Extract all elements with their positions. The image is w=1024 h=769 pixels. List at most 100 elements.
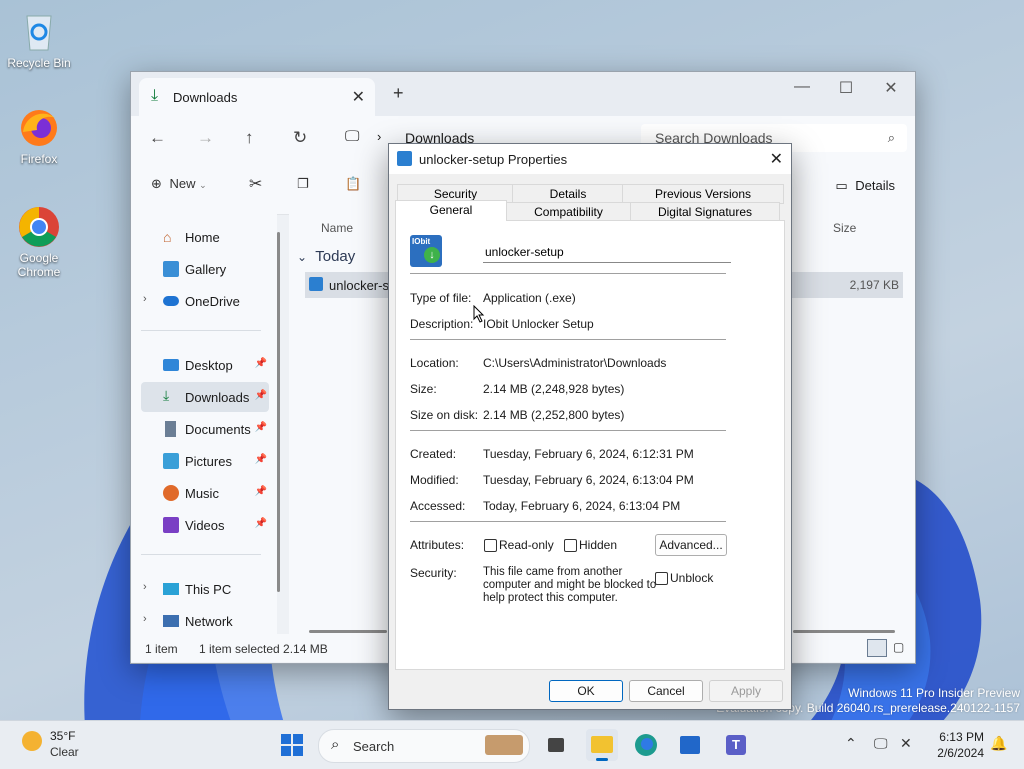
hidden-checkbox[interactable] bbox=[564, 539, 577, 552]
nav-item-onedrive[interactable]: › OneDrive bbox=[141, 286, 269, 316]
unblock-checkbox[interactable] bbox=[655, 572, 668, 585]
store-icon[interactable] bbox=[674, 729, 706, 761]
maximize-button[interactable]: ☐ bbox=[831, 78, 861, 98]
size-on-disk-value: 2.14 MB (2,252,800 bytes) bbox=[483, 408, 625, 422]
nav-label: OneDrive bbox=[185, 294, 240, 309]
tab-previous-versions[interactable]: Previous Versions bbox=[622, 184, 784, 204]
copy-icon[interactable]: ❐ bbox=[297, 176, 309, 192]
nav-label: Downloads bbox=[185, 390, 250, 405]
description-value: IObit Unlocker Setup bbox=[483, 317, 594, 331]
close-tab-icon[interactable]: ✕ bbox=[352, 87, 365, 107]
taskbar-search[interactable]: ⌕ Search bbox=[318, 729, 530, 763]
tab-general[interactable]: General bbox=[395, 200, 507, 221]
desktop-icon-chrome[interactable]: Google Chrome bbox=[1, 205, 77, 279]
nav-label: This PC bbox=[185, 582, 232, 597]
separator bbox=[410, 430, 726, 431]
type-value: Application (.exe) bbox=[483, 291, 576, 305]
back-icon[interactable]: ← bbox=[149, 128, 166, 148]
recycle-bin-icon bbox=[17, 10, 61, 54]
installer-icon bbox=[309, 277, 323, 291]
tab-label: Downloads bbox=[173, 90, 238, 105]
security-message: This file came from another computer and… bbox=[483, 566, 656, 605]
clock-time: 6:13 PM bbox=[939, 730, 984, 744]
minimize-button[interactable]: — bbox=[787, 78, 817, 96]
desktop-icon-label: Recycle Bin bbox=[7, 56, 71, 70]
file-explorer-taskbar-icon[interactable] bbox=[586, 729, 618, 761]
up-icon[interactable]: ↑ bbox=[245, 128, 254, 148]
refresh-icon[interactable]: ↻ bbox=[293, 128, 307, 148]
chevron-right-icon: › bbox=[143, 293, 147, 305]
security-label: Security: bbox=[410, 566, 457, 580]
horizontal-scrollbar-right[interactable] bbox=[793, 630, 895, 633]
readonly-checkbox[interactable] bbox=[484, 539, 497, 552]
desktop-icon-label: Google Chrome bbox=[17, 251, 61, 279]
details-button[interactable]: ▭ Details bbox=[835, 178, 895, 194]
close-dialog-button[interactable]: ✕ bbox=[770, 149, 783, 169]
pin-icon: 📌 bbox=[254, 454, 267, 465]
apply-button[interactable]: Apply bbox=[709, 680, 783, 702]
network-tray-icon[interactable]: 🖵 bbox=[874, 735, 888, 752]
teams-icon[interactable]: T bbox=[720, 729, 752, 761]
pin-icon: 📌 bbox=[254, 390, 267, 401]
tab-details[interactable]: Details bbox=[512, 184, 624, 204]
nav-item-gallery[interactable]: Gallery bbox=[141, 254, 269, 284]
cancel-button[interactable]: Cancel bbox=[629, 680, 703, 702]
computer-icon bbox=[163, 583, 179, 595]
clock[interactable]: 6:13 PM 2/6/2024 bbox=[937, 729, 984, 761]
clock-date: 2/6/2024 bbox=[937, 746, 984, 760]
forward-icon[interactable]: → bbox=[197, 128, 214, 148]
gallery-icon bbox=[163, 261, 179, 277]
location-value: C:\Users\Administrator\Downloads bbox=[483, 356, 667, 370]
chevron-right-icon: › bbox=[143, 613, 147, 625]
file-name-field[interactable] bbox=[483, 242, 731, 263]
tab-compatibility[interactable]: Compatibility bbox=[505, 202, 632, 222]
dialog-title: unlocker-setup Properties bbox=[419, 152, 568, 167]
column-header-name[interactable]: Name bbox=[321, 221, 353, 235]
tab-downloads[interactable]: ⤓ Downloads ✕ bbox=[139, 78, 375, 116]
nav-label: Documents bbox=[185, 422, 251, 437]
nav-item-thispc[interactable]: › This PC bbox=[141, 574, 269, 604]
readonly-label: Read-only bbox=[499, 538, 554, 552]
nav-item-downloads[interactable]: ⤓ Downloads 📌 bbox=[141, 382, 269, 412]
search-highlight-icon bbox=[485, 735, 523, 755]
desktop-icon-recycle-bin[interactable]: Recycle Bin bbox=[1, 10, 77, 70]
nav-item-desktop[interactable]: Desktop 📌 bbox=[141, 350, 269, 380]
selection-info: 1 item selected 2.14 MB bbox=[199, 642, 328, 656]
nav-scrollbar[interactable] bbox=[277, 232, 280, 592]
pictures-icon bbox=[163, 453, 179, 469]
start-button[interactable] bbox=[276, 729, 308, 761]
task-view-icon[interactable] bbox=[540, 729, 572, 761]
nav-item-documents[interactable]: Documents 📌 bbox=[141, 414, 269, 444]
new-button[interactable]: ⊕ New ⌄ bbox=[151, 176, 207, 192]
location-label: Location: bbox=[410, 356, 459, 370]
close-window-button[interactable]: ✕ bbox=[876, 78, 906, 98]
cut-icon[interactable]: ✂ bbox=[249, 174, 262, 194]
nav-item-network[interactable]: › Network bbox=[141, 606, 269, 636]
desktop-icon-firefox[interactable]: Firefox bbox=[1, 106, 77, 166]
paste-icon[interactable]: 📋 bbox=[345, 176, 361, 192]
nav-item-videos[interactable]: Videos 📌 bbox=[141, 510, 269, 540]
nav-label: Gallery bbox=[185, 262, 227, 277]
navigation-pane: ⌂ Home Gallery › OneDrive Desktop 📌 ⤓ Do… bbox=[131, 214, 277, 634]
tiles-view-icon[interactable]: ▢ bbox=[893, 640, 904, 654]
group-header-today[interactable]: ⌄ Today bbox=[297, 248, 355, 265]
advanced-button[interactable]: Advanced... bbox=[655, 534, 727, 556]
horizontal-scrollbar[interactable] bbox=[309, 630, 387, 633]
nav-item-pictures[interactable]: Pictures 📌 bbox=[141, 446, 269, 476]
nav-item-home[interactable]: ⌂ Home bbox=[141, 222, 269, 252]
chevron-up-icon[interactable]: ⌃ bbox=[845, 735, 857, 752]
edge-icon[interactable] bbox=[630, 729, 662, 761]
chevron-right-icon: › bbox=[377, 129, 382, 144]
notifications-icon[interactable]: 🔔 bbox=[990, 735, 1007, 752]
column-header-size[interactable]: Size bbox=[833, 221, 856, 235]
new-tab-button[interactable]: + bbox=[393, 83, 404, 104]
nav-item-music[interactable]: Music 📌 bbox=[141, 478, 269, 508]
ok-button[interactable]: OK bbox=[549, 680, 623, 702]
volume-muted-icon[interactable]: ✕ bbox=[900, 735, 912, 752]
pin-icon: 📌 bbox=[254, 358, 267, 369]
details-view-icon[interactable] bbox=[867, 639, 887, 657]
tab-digital-signatures[interactable]: Digital Signatures bbox=[630, 202, 780, 222]
iobit-installer-icon: IObit ↓ bbox=[410, 235, 442, 267]
unblock-label: Unblock bbox=[670, 571, 714, 585]
attributes-label: Attributes: bbox=[410, 538, 465, 552]
